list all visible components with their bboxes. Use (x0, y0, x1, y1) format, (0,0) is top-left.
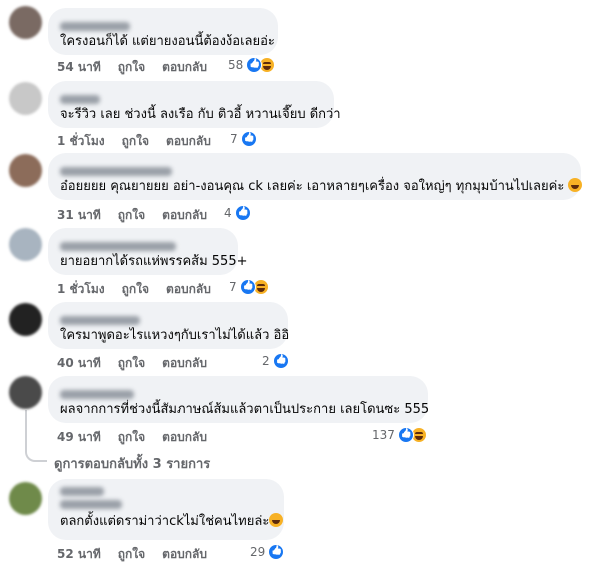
like-icon (268, 544, 285, 560)
reaction-count: 4 (224, 206, 232, 220)
comment-actions: 54 นาที ถูกใจ ตอบกลับ (57, 58, 224, 77)
comment-text: อ๋อยยยย คุณยายยย อย่า-งอนคุณ ck เลยค่ะ เ… (60, 178, 583, 196)
like-button[interactable]: ถูกใจ (122, 132, 149, 151)
like-icon (272, 353, 289, 369)
reaction-count: 2 (262, 354, 270, 368)
comment-actions: 52 นาที ถูกใจ ตอบกลับ (57, 545, 224, 564)
timestamp[interactable]: 54 นาที (57, 58, 101, 77)
author-name-blurred[interactable] (60, 310, 276, 325)
reaction-summary[interactable]: 7 (227, 278, 271, 296)
comment-bubble: ผลจากการที่ช่วงนี้สัมภาษณ์ส้มแล้วตาเป็นป… (48, 376, 430, 423)
avatar[interactable] (9, 228, 42, 261)
reaction-count: 29 (250, 545, 266, 559)
reply-button[interactable]: ตอบกลับ (162, 58, 207, 77)
like-icon (246, 57, 263, 73)
author-name-blurred[interactable] (60, 487, 272, 509)
like-button[interactable]: ถูกใจ (118, 206, 145, 225)
author-name-blurred[interactable] (60, 384, 416, 399)
avatar[interactable] (9, 482, 42, 515)
reaction-count: 7 (229, 280, 237, 294)
comment-actions: 40 นาที ถูกใจ ตอบกลับ (57, 354, 224, 373)
like-icon (240, 131, 257, 147)
like-icon (234, 205, 251, 221)
comment-text-content: อ๋อยยยย คุณยายยย อย่า-งอนคุณ ck เลยค่ะ เ… (60, 179, 565, 194)
view-replies-link[interactable]: ดูการตอบกลับทั้ง 3 รายการ (54, 453, 210, 474)
comment-actions: 1 ชั่วโมง ถูกใจ ตอบกลับ (57, 280, 228, 299)
reaction-summary[interactable]: 7 (228, 130, 257, 148)
like-button[interactable]: ถูกใจ (118, 58, 145, 77)
laughing-emoji-icon (269, 513, 284, 527)
reaction-count: 58 (228, 58, 244, 72)
reaction-summary[interactable]: 4 (222, 204, 251, 222)
author-name-blurred[interactable] (60, 161, 569, 176)
timestamp[interactable]: 49 นาที (57, 428, 101, 447)
avatar[interactable] (9, 6, 42, 39)
reply-button[interactable]: ตอบกลับ (162, 206, 207, 225)
comment-bubble: ใครมาพูดอะไรแหวงๆกับเราไม่ได้แล้ว อิอิ (48, 302, 290, 349)
comment-text: ยายอยากได้รถแห่พรรคส้ม 555+ (60, 254, 248, 269)
author-name-blurred[interactable] (60, 236, 226, 251)
thread-connector (25, 440, 47, 462)
reaction-summary[interactable]: 29 (248, 543, 285, 561)
comment-bubble: อ๋อยยยย คุณยายยย อย่า-งอนคุณ ck เลยค่ะ เ… (48, 153, 583, 200)
like-button[interactable]: ถูกใจ (118, 354, 145, 373)
reply-button[interactable]: ตอบกลับ (162, 545, 207, 564)
avatar[interactable] (9, 82, 42, 115)
comment-actions: 49 นาที ถูกใจ ตอบกลับ (57, 428, 224, 447)
reply-button[interactable]: ตอบกลับ (162, 428, 207, 447)
avatar[interactable] (9, 303, 42, 336)
like-button[interactable]: ถูกใจ (118, 545, 145, 564)
comment-text: ผลจากการที่ช่วงนี้สัมภาษณ์ส้มแล้วตาเป็นป… (60, 402, 430, 417)
reply-button[interactable]: ตอบกลับ (166, 132, 211, 151)
timestamp[interactable]: 31 นาที (57, 206, 101, 225)
timestamp[interactable]: 52 นาที (57, 545, 101, 564)
comment-bubble: ใครงอนก็ได้ แต่ยายงอนนี้ต้องง้อเลยอ่ะ (48, 8, 278, 55)
like-button[interactable]: ถูกใจ (122, 280, 149, 299)
reaction-summary[interactable]: 137 (370, 426, 429, 444)
reaction-summary[interactable]: 2 (260, 352, 289, 370)
comment-text: ตลกตั้งแต่ดราม่าว่าckไม่ใช่คนไทยล่ะ (60, 513, 284, 531)
like-button[interactable]: ถูกใจ (118, 428, 145, 447)
reaction-summary[interactable]: 58 (226, 56, 278, 74)
avatar[interactable] (9, 154, 42, 187)
comment-actions: 31 นาที ถูกใจ ตอบกลับ (57, 206, 224, 225)
timestamp[interactable]: 1 ชั่วโมง (57, 280, 105, 299)
comment-actions: 1 ชั่วโมง ถูกใจ ตอบกลับ (57, 132, 228, 151)
comment-text: จะรีวิว เลย ช่วงนี้ ลงเรือ กับ ติวอี้ หว… (60, 107, 341, 122)
author-name-blurred[interactable] (60, 16, 266, 31)
comment-bubble: จะรีวิว เลย ช่วงนี้ ลงเรือ กับ ติวอี้ หว… (48, 81, 341, 128)
reply-button[interactable]: ตอบกลับ (166, 280, 211, 299)
like-icon (397, 427, 414, 443)
comment-bubble: ยายอยากได้รถแห่พรรคส้ม 555+ (48, 228, 248, 275)
comment-text: ใครงอนก็ได้ แต่ยายงอนนี้ต้องง้อเลยอ่ะ (60, 34, 275, 49)
timestamp[interactable]: 40 นาที (57, 354, 101, 373)
author-name-blurred[interactable] (60, 89, 322, 104)
reply-button[interactable]: ตอบกลับ (162, 354, 207, 373)
timestamp[interactable]: 1 ชั่วโมง (57, 132, 105, 151)
avatar[interactable] (9, 376, 42, 409)
reaction-count: 137 (372, 428, 395, 442)
reaction-count: 7 (230, 132, 238, 146)
comment-text: ใครมาพูดอะไรแหวงๆกับเราไม่ได้แล้ว อิอิ (60, 328, 290, 343)
comment-bubble: ตลกตั้งแต่ดราม่าว่าckไม่ใช่คนไทยล่ะ (48, 479, 284, 540)
comment-text-content: ตลกตั้งแต่ดราม่าว่าckไม่ใช่คนไทยล่ะ (60, 514, 270, 529)
laughing-emoji-icon (568, 178, 583, 192)
like-icon (239, 279, 256, 295)
